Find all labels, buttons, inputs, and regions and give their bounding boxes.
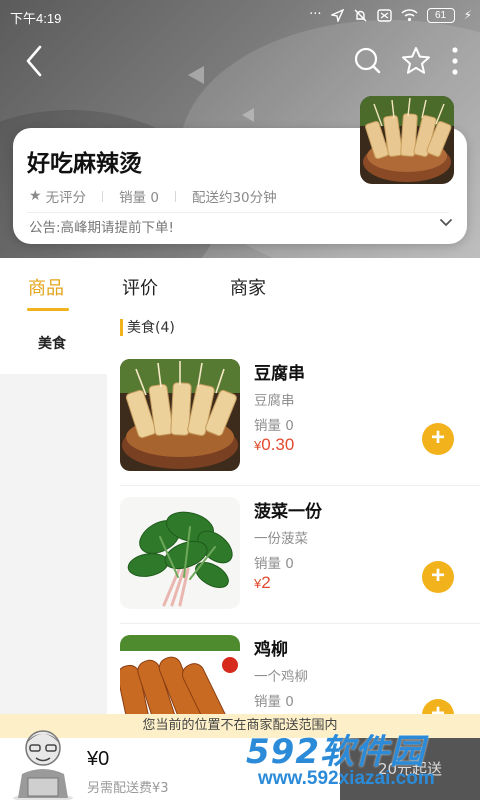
back-button[interactable] — [22, 44, 50, 78]
product-image — [120, 359, 240, 471]
cart-avatar-icon[interactable] — [10, 718, 76, 800]
chevron-down-icon[interactable] — [439, 216, 453, 230]
tab-reviews[interactable]: 评价 — [122, 274, 158, 300]
watermark-logo: 592软件园 www.592xiazai.com — [246, 732, 435, 789]
product-sales: 销量 0 — [254, 418, 294, 434]
add-to-cart-button[interactable]: + — [422, 423, 454, 455]
back-arrow-icon — [26, 45, 42, 77]
add-to-cart-button[interactable]: + — [422, 561, 454, 593]
active-tab-indicator — [27, 308, 69, 311]
search-icon — [354, 47, 381, 74]
status-time: 下午4:19 — [10, 11, 62, 26]
section-header: 美食(4) — [120, 318, 175, 336]
section-title: 美食(4) — [127, 320, 175, 336]
mute-icon — [354, 9, 367, 21]
store-name: 好吃麻辣烫 — [27, 151, 142, 177]
delivery-fee: 另需配送费¥3 — [87, 781, 169, 796]
category-label: 美食 — [38, 336, 66, 352]
search-button[interactable] — [352, 44, 384, 78]
product-image — [120, 497, 240, 609]
tab-bar: 商品 评价 商家 — [0, 258, 480, 312]
store-logo-image — [360, 96, 454, 184]
battery-icon: 61 — [426, 7, 455, 23]
more-button[interactable] — [448, 44, 462, 78]
rating-star-icon: ★ — [29, 188, 42, 204]
tab-products[interactable]: 商品 — [28, 274, 64, 300]
charging-icon: ⚡ — [463, 8, 472, 22]
category-item-food[interactable]: 美食 — [0, 312, 107, 374]
product-name: 鸡柳 — [254, 640, 288, 660]
cart-total: ¥0 — [87, 748, 110, 770]
store-sales: 销量 0 — [119, 190, 159, 206]
dots-icon: ··· — [309, 7, 322, 22]
favorite-button[interactable] — [400, 44, 432, 78]
product-price: ¥0.30 — [254, 435, 295, 454]
product-sales: 销量 0 — [254, 694, 294, 710]
tab-merchant[interactable]: 商家 — [230, 274, 266, 300]
status-bar: 下午4:19 ··· 61 ⚡ — [0, 0, 480, 32]
product-desc: 一个鸡柳 — [254, 669, 308, 685]
store-notice: 公告:高峰期请提前下单! — [29, 220, 174, 236]
wifi-icon — [401, 8, 418, 21]
product-item[interactable]: 菠菜一份 一份菠菜 销量 0 ¥2 + — [120, 497, 480, 635]
product-name: 豆腐串 — [254, 364, 305, 384]
product-name: 菠菜一份 — [254, 502, 322, 522]
store-rating: 无评分 — [45, 190, 87, 206]
sim-icon — [376, 8, 392, 22]
location-icon — [330, 8, 344, 22]
product-sales: 销量 0 — [254, 556, 294, 572]
product-desc: 一份菠菜 — [254, 531, 308, 547]
product-item[interactable]: 豆腐串 豆腐串 销量 0 ¥0.30 + — [120, 359, 480, 497]
more-vertical-icon — [452, 47, 458, 75]
star-icon — [402, 47, 430, 74]
store-delivery-time: 配送约30分钟 — [191, 190, 277, 206]
product-desc: 豆腐串 — [254, 393, 295, 409]
product-price: ¥2 — [254, 573, 271, 592]
